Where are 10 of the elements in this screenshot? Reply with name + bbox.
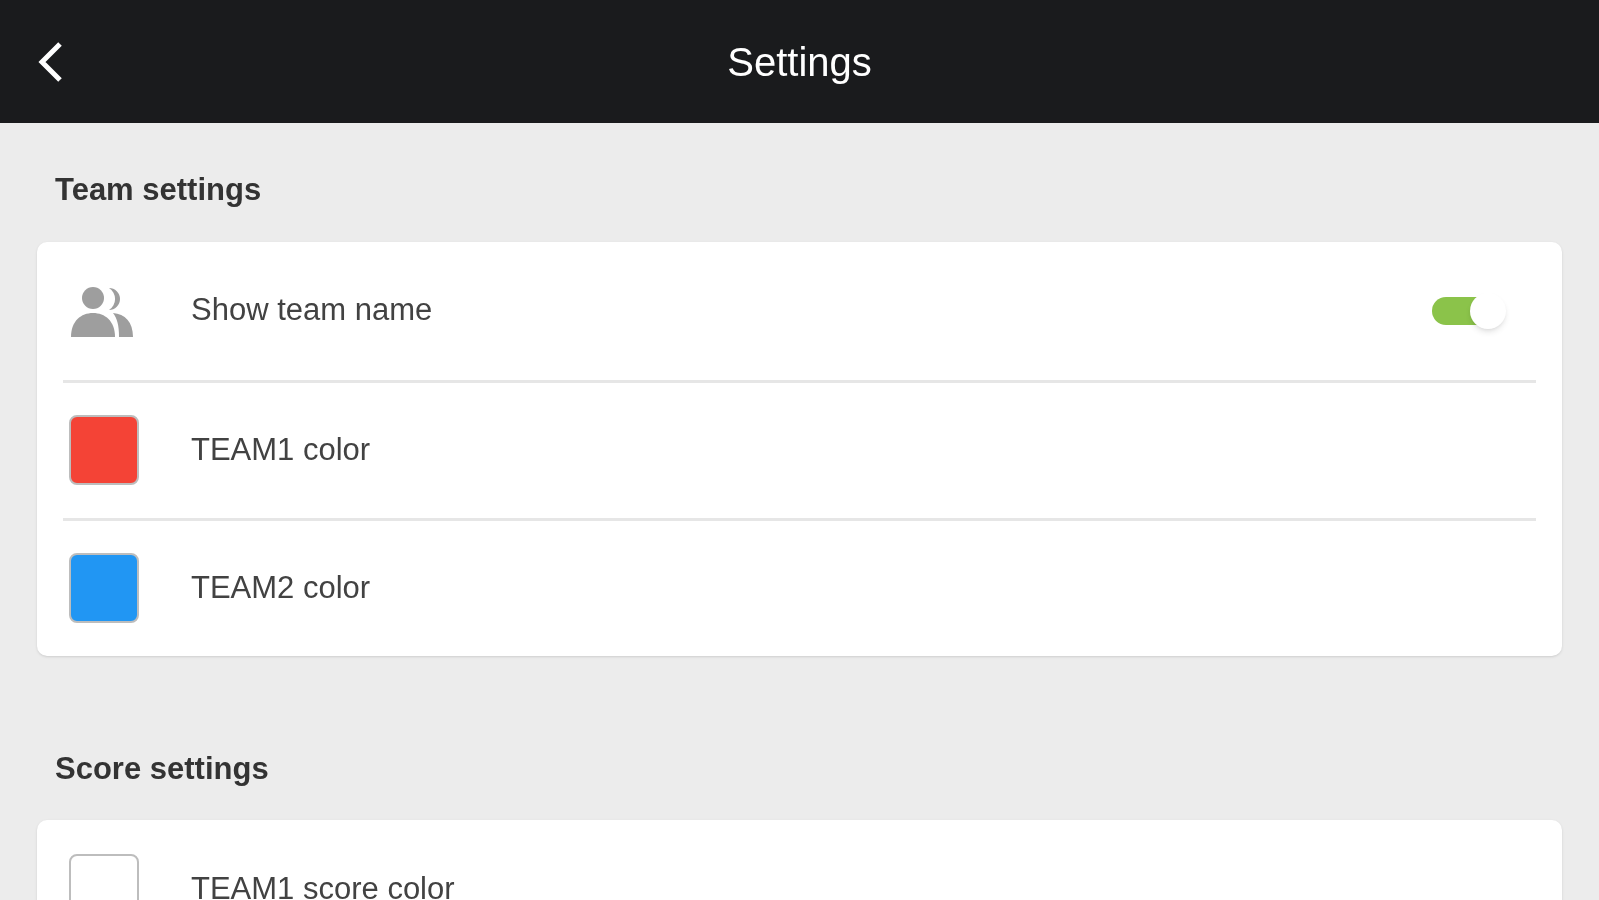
color-swatch[interactable]: [69, 553, 139, 623]
section-title: Team settings: [55, 171, 263, 209]
people-icon: [69, 284, 135, 337]
setting-label: TEAM1 color: [191, 430, 372, 469]
setting-label: TEAM2 color: [191, 568, 372, 607]
setting-label: TEAM1 score color: [191, 869, 456, 900]
section-title: Score settings: [55, 749, 270, 788]
color-swatch[interactable]: [69, 415, 139, 485]
page-title: Settings: [727, 38, 872, 86]
setting-label: Show team name: [191, 291, 434, 330]
